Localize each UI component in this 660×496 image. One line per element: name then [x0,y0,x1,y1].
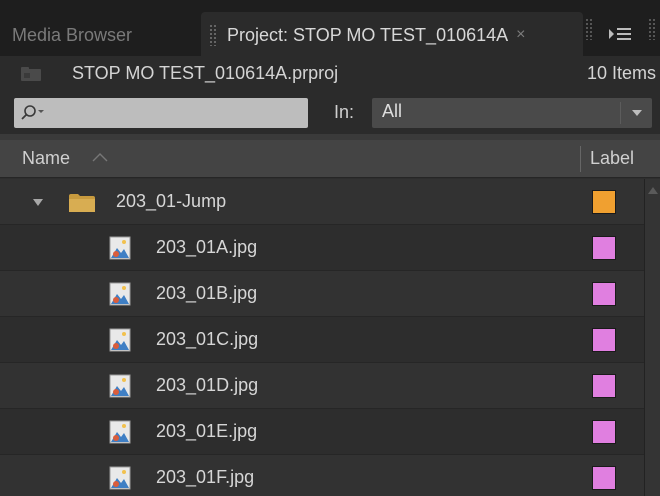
list-header: Name Label [0,140,660,178]
tab-close-icon[interactable]: × [516,26,525,44]
search-input[interactable] [14,98,308,128]
list-item[interactable]: 203_01D.jpg [0,363,644,409]
in-label: In: [334,102,355,122]
in-filter-value: All [382,101,403,121]
tab-drag-grip[interactable] [209,24,217,46]
label-color-swatch[interactable] [592,328,616,352]
image-file-icon [109,236,131,260]
vertical-scrollbar[interactable] [644,179,660,496]
image-file-icon [109,420,131,444]
project-file-icon [21,67,41,81]
image-file-icon [109,374,131,398]
project-item-list: Name Label 203_01-Jump 203_01A.jpg 203_0… [0,140,660,496]
search-icon[interactable] [16,102,50,124]
in-filter-select[interactable]: All [372,98,652,128]
list-item-name: 203_01B.jpg [156,283,258,303]
filter-bar: In: All [0,92,660,134]
label-color-swatch[interactable] [592,190,616,214]
label-color-swatch[interactable] [592,282,616,306]
column-divider[interactable] [580,146,581,172]
scroll-up-icon[interactable] [647,185,659,195]
project-file-name: STOP MO TEST_010614A.prproj [72,63,339,83]
select-divider [620,102,621,124]
tab-project-label: Project: STOP MO TEST_010614A [227,24,509,45]
chevron-down-icon [632,110,642,116]
list-item[interactable]: 203_01C.jpg [0,317,644,363]
list-item-name: 203_01F.jpg [156,467,255,487]
list-item[interactable]: 203_01E.jpg [0,409,644,455]
panel-edge-grip[interactable] [648,18,656,40]
label-color-swatch[interactable] [592,466,616,490]
image-file-icon [109,328,131,352]
list-item[interactable]: 203_01B.jpg [0,271,644,317]
label-color-swatch[interactable] [592,420,616,444]
label-color-swatch[interactable] [592,374,616,398]
list-item-name: 203_01A.jpg [156,237,258,257]
list-item[interactable]: 203_01F.jpg [0,455,644,496]
label-color-swatch[interactable] [592,236,616,260]
sort-ascending-icon[interactable] [90,150,110,164]
list-item[interactable]: 203_01A.jpg [0,225,644,271]
tab-media-browser[interactable]: Media Browser [12,14,132,56]
panel-tab-bar: Media Browser Project: STOP MO TEST_0106… [0,0,660,58]
image-file-icon [109,466,131,490]
list-item-name: 203_01E.jpg [156,421,258,441]
item-count: 10 Items [586,63,656,83]
list-item-name: 203_01D.jpg [156,375,259,395]
column-header-label[interactable]: Label [590,148,634,169]
disclosure-triangle-icon[interactable] [32,198,44,208]
list-item-name: 203_01-Jump [116,191,227,211]
project-info-bar: STOP MO TEST_010614A.prproj 10 Items [0,56,660,92]
list-item-bin[interactable]: 203_01-Jump [0,179,644,225]
list-item-name: 203_01C.jpg [156,329,259,349]
tab-project[interactable]: Project: STOP MO TEST_010614A × [201,12,583,58]
panel-menu-button[interactable] [598,14,642,54]
column-header-name[interactable]: Name [22,148,70,169]
folder-icon [69,194,95,212]
tab-group-grip[interactable] [585,18,593,40]
image-file-icon [109,282,131,306]
panel-menu-icon [609,28,631,40]
tab-media-browser-label: Media Browser [12,24,133,45]
